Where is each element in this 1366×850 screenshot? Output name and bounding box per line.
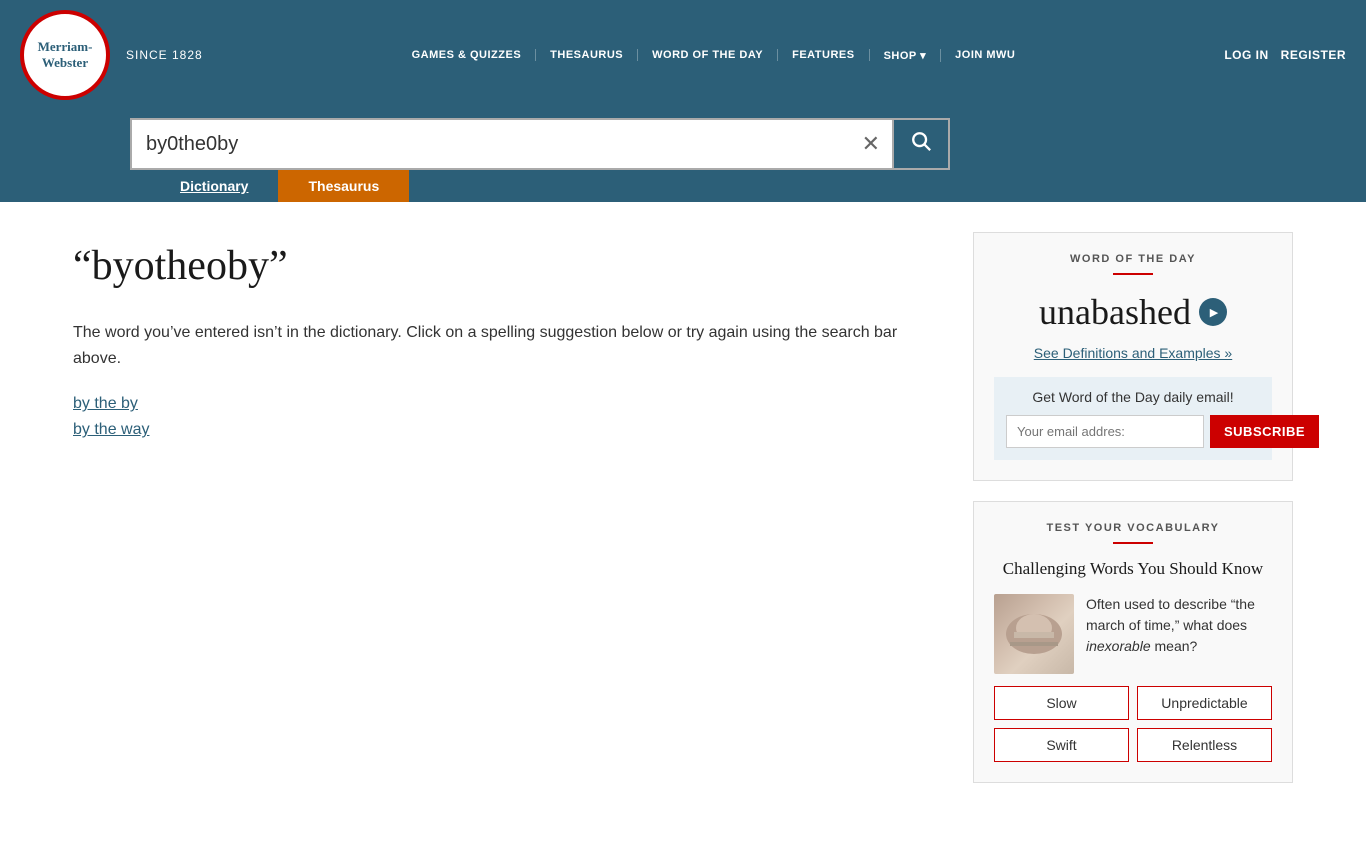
- vocab-desc-after: mean?: [1151, 638, 1198, 654]
- login-link[interactable]: LOG IN: [1224, 48, 1268, 62]
- search-button[interactable]: [892, 120, 948, 168]
- audio-button[interactable]: [1199, 298, 1227, 326]
- wotd-label: WORD OF THE DAY: [994, 253, 1272, 265]
- logo-text: Merriam-Webster: [38, 39, 93, 70]
- wotd-widget: WORD OF THE DAY unabashed See Definition…: [973, 232, 1293, 481]
- main-content: “byotheoby” The word you’ve entered isn’…: [53, 202, 1313, 813]
- email-promo-text: Get Word of the Day daily email!: [1006, 389, 1260, 405]
- tab-dictionary[interactable]: Dictionary: [150, 170, 278, 202]
- page-title: “byotheoby”: [73, 242, 943, 290]
- nav-word-of-day[interactable]: WORD OF THE DAY: [638, 49, 778, 61]
- email-form: SUBSCRIBE: [1006, 415, 1260, 448]
- vocab-label: TEST YOUR VOCABULARY: [994, 522, 1272, 534]
- nav-features[interactable]: FEATURES: [778, 49, 869, 61]
- wotd-definitions-link[interactable]: See Definitions and Examples »: [994, 345, 1272, 361]
- search-input[interactable]: [132, 125, 850, 164]
- auth-links: LOG IN REGISTER: [1224, 48, 1346, 62]
- sidebar: WORD OF THE DAY unabashed See Definition…: [973, 232, 1293, 783]
- content-area: “byotheoby” The word you’ve entered isn’…: [73, 232, 943, 783]
- vocab-image: [994, 594, 1074, 674]
- choice-slow[interactable]: Slow: [994, 686, 1129, 720]
- vocab-description: Often used to describe “the march of tim…: [1086, 594, 1272, 657]
- vocab-image-svg: [1004, 604, 1064, 664]
- search-form: ✕: [130, 118, 950, 170]
- email-input[interactable]: [1006, 415, 1204, 448]
- vocabulary-widget: TEST YOUR VOCABULARY Challenging Words Y…: [973, 501, 1293, 783]
- vocab-italic-word: inexorable: [1086, 638, 1151, 654]
- tab-thesaurus[interactable]: Thesaurus: [278, 170, 409, 202]
- logo[interactable]: Merriam-Webster: [20, 10, 110, 100]
- register-link[interactable]: REGISTER: [1281, 48, 1346, 62]
- suggestion-by-the-by[interactable]: by the by: [73, 395, 943, 413]
- vocab-row-1: Slow Unpredictable: [994, 686, 1272, 720]
- nav-games-quizzes[interactable]: GAMES & QUIZZES: [398, 49, 537, 61]
- search-clear-icon[interactable]: ✕: [850, 131, 892, 157]
- vocab-title: Challenging Words You Should Know: [994, 558, 1272, 580]
- choice-relentless[interactable]: Relentless: [1137, 728, 1272, 762]
- vocab-choices: Slow Unpredictable Swift Relentless: [994, 686, 1272, 762]
- suggestion-by-the-way[interactable]: by the way: [73, 421, 943, 439]
- wotd-divider: [1113, 273, 1153, 275]
- search-icon: [910, 130, 932, 152]
- nav-shop[interactable]: SHOP ▾: [870, 49, 942, 62]
- wotd-word-text: unabashed: [1039, 291, 1191, 333]
- not-found-message: The word you’ve entered isn’t in the dic…: [73, 320, 943, 371]
- nav-join[interactable]: JOIN MWU: [941, 49, 1029, 61]
- vocab-divider: [1113, 542, 1153, 544]
- choice-unpredictable[interactable]: Unpredictable: [1137, 686, 1272, 720]
- main-nav: GAMES & QUIZZES THESAURUS WORD OF THE DA…: [203, 49, 1225, 62]
- vocab-row-2: Swift Relentless: [994, 728, 1272, 762]
- wotd-word: unabashed: [994, 291, 1272, 333]
- email-promo-area: Get Word of the Day daily email! SUBSCRI…: [994, 377, 1272, 460]
- subscribe-button[interactable]: SUBSCRIBE: [1210, 415, 1319, 448]
- choice-swift[interactable]: Swift: [994, 728, 1129, 762]
- vocab-desc-before: Often used to describe “the march of tim…: [1086, 596, 1255, 633]
- nav-thesaurus[interactable]: THESAURUS: [536, 49, 638, 61]
- since-label: SINCE 1828: [126, 48, 203, 62]
